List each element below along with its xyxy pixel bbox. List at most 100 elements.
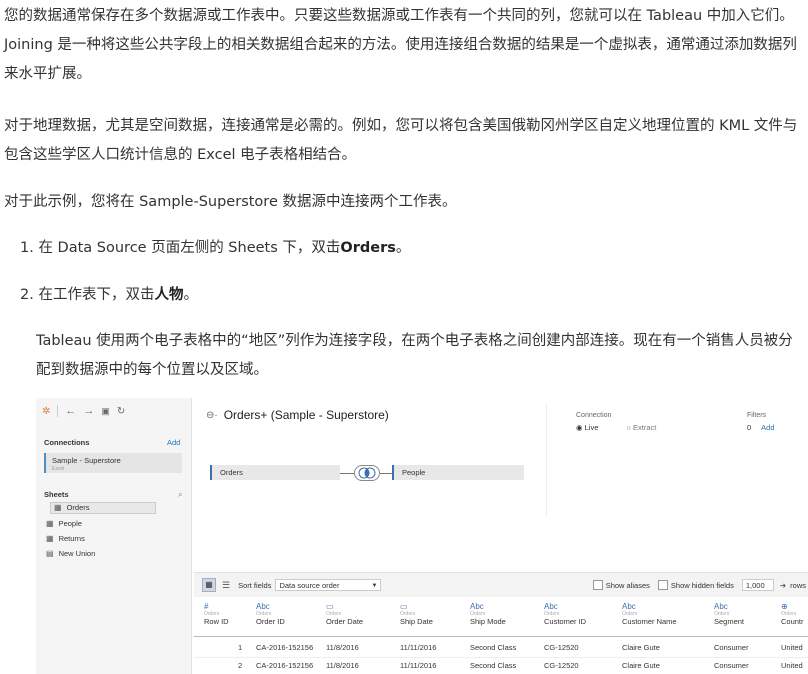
- live-radio[interactable]: ◉ Live: [576, 423, 598, 432]
- cell: Claire Gute: [622, 643, 660, 652]
- cell: CG-12520: [544, 643, 579, 652]
- string-type-icon: Abc: [470, 602, 484, 611]
- sheet-icon: ▦: [46, 518, 54, 528]
- sort-label: Sort fields: [238, 580, 272, 590]
- arrow-right-icon[interactable]: ➔: [780, 581, 786, 590]
- column-header[interactable]: Abc Orders Segment: [714, 602, 744, 626]
- add-connection-link[interactable]: Add: [167, 438, 180, 447]
- column-header[interactable]: ▭ Orders Ship Date: [400, 602, 433, 626]
- sheet-item-new-union[interactable]: ▤ New Union: [46, 546, 188, 560]
- data-source-item[interactable]: Sample - Superstore Excel: [44, 453, 182, 473]
- show-hidden-label: Show hidden fields: [670, 580, 734, 590]
- rows-label: rows: [790, 580, 806, 590]
- show-hidden-toggle[interactable]: Show hidden fields: [657, 580, 734, 590]
- example-paragraph: 对于此示例，您将在 Sample-Superstore 数据源中连接两个工作表。: [4, 194, 457, 210]
- column-header[interactable]: Abc Orders Order ID: [256, 602, 285, 626]
- datasource-title[interactable]: ⊖· Orders+ (Sample - Superstore): [206, 408, 389, 422]
- connection-panel: [546, 404, 808, 516]
- extract-label: Extract: [633, 423, 657, 432]
- column-name: Segment: [714, 617, 745, 626]
- column-name: Customer ID: [544, 617, 587, 626]
- right-table-people[interactable]: People: [392, 465, 524, 480]
- date-type-icon: ▭: [326, 602, 334, 611]
- data-source-type: Excel: [52, 466, 65, 472]
- cell: CA-2016-152156: [256, 661, 314, 670]
- intro-paragraph: 您的数据通常保存在多个数据源或工作表中。只要这些数据源或工作表有一个共同的列，您…: [4, 8, 797, 82]
- step-1-bold: Orders: [340, 240, 396, 256]
- sort-dropdown[interactable]: Data source order ▼: [275, 579, 382, 591]
- cell: 2: [238, 661, 243, 670]
- show-aliases-checkbox[interactable]: [592, 580, 603, 590]
- data-source-name: Sample - Superstore: [52, 456, 121, 465]
- sheet-item-orders[interactable]: ▦ Orders: [50, 502, 156, 514]
- sheet-item-returns[interactable]: ▦ Returns: [46, 531, 188, 545]
- cell: CA-2016-152156: [256, 643, 314, 652]
- show-aliases-toggle[interactable]: Show aliases: [592, 580, 650, 590]
- forward-icon[interactable]: →: [83, 405, 94, 417]
- chevron-down-icon: ▼: [371, 583, 378, 589]
- show-hidden-checkbox[interactable]: [657, 580, 668, 590]
- cell: 1: [238, 643, 243, 652]
- cell: Second Class: [470, 661, 517, 670]
- step-1-text: 1. 在 Data Source 页面左侧的 Sheets 下，双击: [20, 240, 341, 256]
- string-type-icon: Abc: [714, 602, 728, 611]
- rows-input[interactable]: 1,000: [741, 579, 774, 591]
- join-canvas[interactable]: [194, 404, 524, 564]
- column-header[interactable]: ⊕ Orders Countr: [781, 602, 804, 626]
- left-table-orders[interactable]: Orders: [210, 465, 340, 480]
- grid-view-icon[interactable]: ▦: [202, 578, 216, 592]
- extract-radio[interactable]: ○ Extract: [626, 423, 656, 432]
- connection-options: ◉ Live ○ Extract: [576, 423, 656, 432]
- grid-toolbar: ▦ ☰ Sort fields Data source order ▼ Show …: [194, 572, 808, 597]
- left-panel: ✲ ← → ▣ ↻ Connections Add Sample - Super…: [36, 398, 192, 674]
- column-name: Customer Name: [622, 617, 677, 626]
- tableau-screenshot: ✲ ← → ▣ ↻ Connections Add Sample - Super…: [36, 398, 808, 674]
- column-header-row: # Orders Row ID Abc Orders Order ID ▭ Or…: [194, 602, 808, 637]
- search-icon[interactable]: ⌕: [178, 490, 182, 500]
- column-name: Ship Mode: [470, 617, 506, 626]
- join-result-paragraph: Tableau 使用两个电子表格中的“地区”列作为连接字段，在两个电子表格之间创…: [36, 333, 793, 378]
- sheet-label: People: [58, 518, 82, 528]
- sheet-label: Returns: [58, 533, 85, 543]
- save-icon[interactable]: ▣: [101, 406, 110, 417]
- join-line-right: [380, 473, 392, 474]
- column-name: Order ID: [256, 617, 285, 626]
- connection-label: Connection: [576, 412, 612, 419]
- back-icon[interactable]: ←: [65, 405, 76, 417]
- step-2: 2. 在工作表下，双击人物。: [20, 281, 198, 310]
- cell: CG-12520: [544, 661, 579, 670]
- refresh-icon[interactable]: ↻: [117, 406, 125, 417]
- union-icon: ▤: [46, 548, 54, 558]
- add-filter-link[interactable]: Add: [761, 423, 774, 432]
- cell: United: [781, 661, 803, 670]
- cell: 11/11/2016: [400, 661, 437, 670]
- column-header[interactable]: Abc Orders Customer Name: [622, 602, 677, 626]
- string-type-icon: Abc: [622, 602, 636, 611]
- column-header[interactable]: Abc Orders Ship Mode: [470, 602, 506, 626]
- date-type-icon: ▭: [400, 602, 408, 611]
- toolbar: ✲ ← → ▣ ↻: [42, 404, 182, 418]
- join-line-left: [340, 473, 354, 474]
- list-view-icon[interactable]: ☰: [222, 580, 230, 591]
- tableau-logo-icon[interactable]: ✲: [42, 406, 50, 417]
- column-header[interactable]: ▭ Orders Order Date: [326, 602, 363, 626]
- connections-header: Connections: [44, 438, 90, 447]
- sort-value: Data source order: [279, 581, 340, 590]
- database-icon: ⊖·: [206, 409, 218, 421]
- toolbar-divider: [57, 405, 59, 417]
- filters-label: Filters: [747, 412, 767, 419]
- cell: Consumer: [714, 661, 749, 670]
- sheet-label: New Union: [58, 548, 96, 558]
- inner-join-icon[interactable]: [354, 465, 380, 481]
- sheets-header: Sheets: [44, 490, 69, 499]
- column-header[interactable]: Abc Orders Customer ID: [544, 602, 586, 626]
- column-header[interactable]: # Orders Row ID: [204, 602, 229, 626]
- table-row: 1 CA-2016-152156 11/8/2016 11/11/2016 Se…: [194, 639, 808, 658]
- filters-row: 0 Add: [747, 423, 775, 432]
- filters-count: 0: [747, 423, 752, 432]
- number-type-icon: #: [204, 602, 209, 611]
- string-type-icon: Abc: [256, 602, 270, 611]
- datasource-title-text: Orders+ (Sample - Superstore): [223, 408, 389, 422]
- column-name: Countr: [781, 617, 804, 626]
- sheet-item-people[interactable]: ▦ People: [46, 516, 188, 530]
